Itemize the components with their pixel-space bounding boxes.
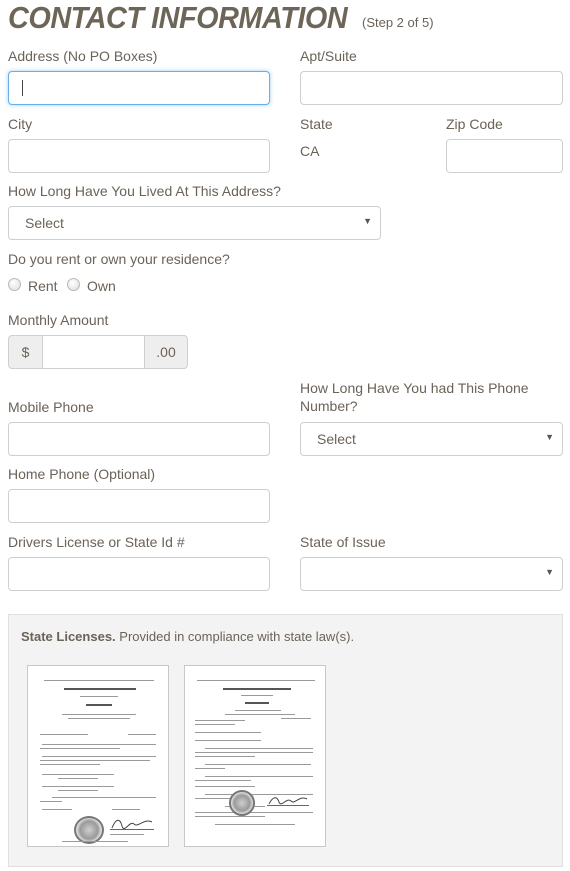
doc-text-line (40, 734, 88, 735)
doc-text-line (195, 812, 313, 813)
doc-text-line (58, 778, 98, 779)
zip-code-label: Zip Code (446, 116, 503, 132)
license-document-1[interactable] (27, 665, 169, 847)
doc-text-line (40, 764, 100, 765)
doc-text-line (195, 740, 261, 741)
doc-text-line (195, 732, 261, 733)
city-input[interactable] (8, 139, 270, 173)
phone-duration-select[interactable]: Select ▼ (300, 422, 563, 456)
doc-text-line (40, 760, 150, 761)
state-of-issue-label: State of Issue (300, 534, 386, 550)
chevron-down-icon: ▼ (545, 567, 554, 577)
doc-issuer-line (64, 688, 136, 690)
state-label: State (300, 116, 333, 132)
doc-text-line (195, 768, 225, 769)
doc-text-line (42, 744, 156, 745)
doc-title-line (86, 704, 112, 706)
lived-duration-select[interactable]: Select ▼ (8, 206, 381, 240)
page-title: CONTACT INFORMATION (8, 0, 348, 35)
doc-text-line (42, 774, 114, 775)
doc-text-line (62, 714, 136, 715)
currency-prefix: $ (8, 335, 43, 369)
step-indicator: (Step 2 of 5) (362, 15, 434, 30)
doc-text-line (68, 718, 130, 719)
doc-text-line (44, 680, 154, 681)
address-input[interactable] (8, 71, 270, 105)
doc-text-line (195, 816, 265, 817)
mobile-phone-input[interactable] (8, 422, 270, 456)
text-cursor (22, 80, 23, 96)
own-radio-label[interactable]: Own (87, 278, 116, 294)
doc-text-line (42, 756, 156, 757)
phone-duration-selected: Select (317, 431, 356, 447)
doc-text-line (215, 824, 295, 825)
state-seal-icon (74, 816, 104, 844)
monthly-amount-label: Monthly Amount (8, 312, 109, 328)
doc-text-line (52, 797, 156, 798)
state-seal-icon (229, 790, 255, 816)
home-phone-label: Home Phone (Optional) (8, 466, 156, 482)
doc-text-line (195, 752, 313, 753)
doc-text-line (128, 734, 156, 735)
drivers-license-input[interactable] (8, 557, 270, 591)
state-value: CA (300, 143, 320, 159)
own-radio[interactable] (67, 278, 80, 291)
doc-text-line (62, 841, 128, 842)
phone-duration-label: How Long Have You had This Phone Number? (300, 380, 529, 414)
doc-title-line (245, 702, 269, 704)
signature (267, 794, 309, 806)
doc-text-line (195, 724, 235, 725)
drivers-license-label: Drivers License or State Id # (8, 534, 185, 550)
state-licenses-text: Provided in compliance with state law(s)… (115, 629, 355, 644)
doc-text-line (195, 786, 255, 787)
doc-text-line (42, 809, 72, 810)
rent-radio[interactable] (8, 278, 21, 291)
cents-suffix: .00 (144, 335, 188, 369)
doc-text-line (225, 714, 295, 715)
chevron-down-icon: ▼ (545, 432, 554, 442)
doc-text-line (195, 780, 251, 781)
apt-suite-input[interactable] (300, 71, 563, 105)
license-document-2[interactable] (184, 665, 326, 847)
home-phone-input[interactable] (8, 489, 270, 523)
zip-code-input[interactable] (446, 139, 563, 173)
mobile-phone-label: Mobile Phone (8, 399, 94, 415)
doc-issuer-line (223, 688, 291, 690)
city-label: City (8, 116, 33, 132)
lived-duration-selected: Select (25, 215, 64, 231)
doc-text-line (80, 696, 118, 697)
state-licenses-heading: State Licenses. (21, 629, 116, 644)
monthly-amount-input[interactable] (43, 335, 144, 369)
address-label: Address (No PO Boxes) (8, 48, 158, 64)
doc-text-line (197, 680, 315, 681)
doc-text-line (58, 790, 98, 791)
doc-text-line (205, 764, 311, 765)
doc-text-line (112, 809, 140, 810)
doc-text-line (40, 748, 120, 749)
doc-text-line (42, 786, 114, 787)
doc-text-line (195, 756, 255, 757)
lived-duration-label: How Long Have You Lived At This Address? (8, 183, 281, 199)
signature (110, 816, 154, 830)
doc-text-line (205, 748, 313, 749)
doc-text-line (40, 801, 62, 802)
residence-label: Do you rent or own your residence? (8, 251, 230, 267)
doc-text-line (205, 776, 313, 777)
state-of-issue-select[interactable]: ▼ (300, 557, 563, 591)
doc-text-line (235, 710, 281, 711)
state-licenses-notice: State Licenses. Provided in compliance w… (21, 629, 354, 644)
state-licenses-panel: State Licenses. Provided in compliance w… (8, 614, 563, 867)
doc-text-line (281, 718, 311, 719)
rent-radio-label[interactable]: Rent (28, 278, 58, 294)
apt-suite-label: Apt/Suite (300, 48, 357, 64)
chevron-down-icon: ▼ (363, 216, 372, 226)
doc-text-line (195, 720, 245, 721)
doc-text-line (110, 834, 144, 835)
doc-text-line (241, 695, 273, 696)
